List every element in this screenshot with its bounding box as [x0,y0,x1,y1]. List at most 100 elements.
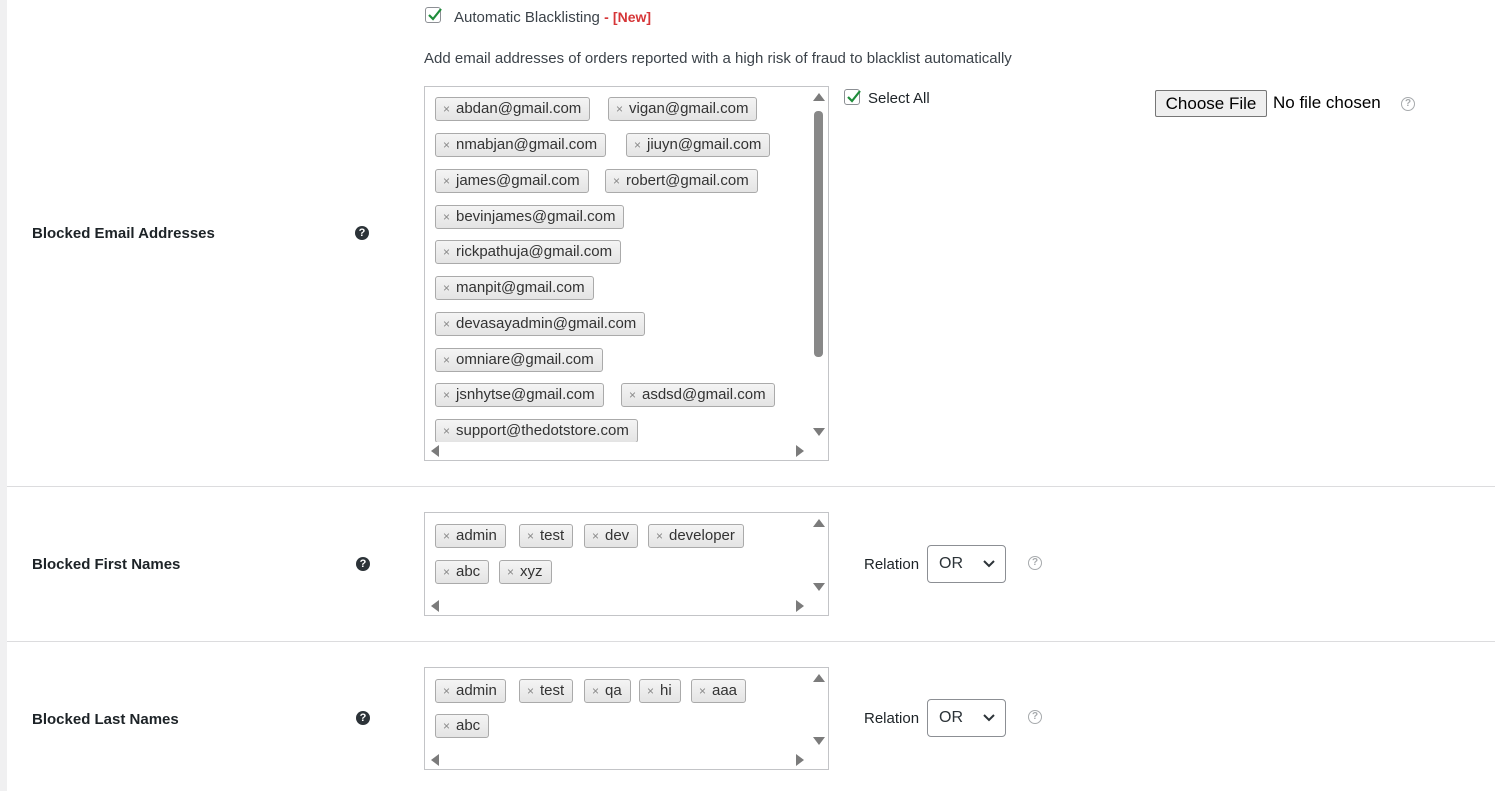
scroll-left-icon[interactable] [431,445,439,457]
remove-tag-icon[interactable]: × [443,98,450,120]
auto-blacklist-checkbox[interactable] [425,7,442,23]
horizontal-scrollbar[interactable] [425,442,810,460]
blocked-emails-tagbox[interactable]: × support@thedotstore.com × asdsd@gmail.com… [424,86,829,461]
remove-tag-icon[interactable]: × [592,525,599,547]
tag-item: × developer [648,524,744,548]
scrollbar-thumb[interactable] [814,111,823,357]
blocked-last-names-tagbox[interactable]: × abc × aaa × hi × qa × test × admin [424,667,829,770]
last-names-relation-select[interactable]: OR [927,699,1006,737]
remove-tag-icon[interactable]: × [656,525,663,547]
tag-item: × abc [435,560,490,584]
tag-item: × nmabjan@gmail.com [435,133,607,157]
question-circle-icon[interactable]: ? [356,711,370,725]
remove-tag-icon[interactable]: × [443,313,450,335]
remove-tag-icon[interactable]: × [634,134,641,156]
select-all-label: Select All [868,90,930,107]
vertical-scrollbar[interactable] [810,513,828,597]
remove-tag-icon[interactable]: × [443,170,450,192]
remove-tag-icon[interactable]: × [592,680,599,702]
remove-tag-icon[interactable]: × [443,525,450,547]
tag-item: × jiuyn@gmail.com [626,133,771,157]
tag-label: nmabjan@gmail.com [456,136,598,153]
scroll-right-icon[interactable] [796,600,804,612]
question-circle-icon[interactable]: ? [356,557,370,571]
remove-tag-icon[interactable]: × [443,277,450,299]
tag-item: × support@thedotstore.com [435,419,638,443]
blocked-first-names-label: Blocked First Names [32,556,181,573]
scroll-up-icon[interactable] [813,674,825,682]
row-divider [7,486,1495,487]
remove-tag-icon[interactable]: × [647,680,654,702]
scroll-left-icon[interactable] [431,600,439,612]
tag-item: × hi [639,679,681,703]
tag-label: xyz [520,563,543,580]
remove-tag-icon[interactable]: × [443,715,450,737]
scroll-down-icon[interactable] [813,737,825,745]
tag-label: admin [456,682,497,699]
scroll-right-icon[interactable] [796,754,804,766]
horizontal-scrollbar[interactable] [425,597,810,615]
horizontal-scrollbar[interactable] [425,751,810,769]
remove-tag-icon[interactable]: × [527,525,534,547]
choose-file-button[interactable]: Choose File [1155,90,1267,117]
question-circle-icon[interactable]: ? [1028,556,1042,570]
tag-item: × devasayadmin@gmail.com [435,312,646,336]
chevron-down-icon [983,714,995,722]
tag-label: jsnhytse@gmail.com [456,386,595,403]
tag-item: × manpit@gmail.com [435,276,594,300]
blocked-emails-label: Blocked Email Addresses [32,225,215,242]
remove-tag-icon[interactable]: × [443,134,450,156]
tag-label: devasayadmin@gmail.com [456,315,637,332]
relation-select-value: OR [939,555,963,572]
chevron-down-icon [983,560,995,568]
blocked-last-names-label: Blocked Last Names [32,711,179,728]
blocked-first-names-tagbox[interactable]: × xyz × abc × developer × dev × test × admin [424,512,829,616]
tag-label: abc [456,717,481,734]
question-circle-icon[interactable]: ? [1028,710,1042,724]
tag-label: qa [605,682,622,699]
checkmark-icon [428,8,442,21]
new-badge: [New] [612,9,652,25]
remove-tag-icon[interactable]: × [613,170,620,192]
vertical-scrollbar[interactable] [810,668,828,751]
tag-label: jiuyn@gmail.com [647,136,762,153]
tag-item: × vigan@gmail.com [608,97,758,121]
vertical-scrollbar[interactable] [810,87,828,442]
remove-tag-icon[interactable]: × [699,680,706,702]
tag-item: × admin [435,679,506,703]
remove-tag-icon[interactable]: × [443,349,450,371]
scroll-left-icon[interactable] [431,754,439,766]
tag-item: × robert@gmail.com [605,169,758,193]
question-circle-icon[interactable]: ? [1401,97,1415,111]
tag-item: × bevinjames@gmail.com [435,205,625,229]
scroll-down-icon[interactable] [813,583,825,591]
tag-label: james@gmail.com [456,172,580,189]
tag-label: bevinjames@gmail.com [456,208,616,225]
tag-item: × asdsd@gmail.com [621,383,775,407]
tag-label: abdan@gmail.com [456,100,582,117]
tag-item: × dev [584,524,639,548]
remove-tag-icon[interactable]: × [443,384,450,406]
remove-tag-icon[interactable]: × [507,561,514,583]
first-names-relation-select[interactable]: OR [927,545,1006,583]
tag-label: developer [669,527,735,544]
tag-item: × rickpathuja@gmail.com [435,240,622,264]
remove-tag-icon[interactable]: × [443,561,450,583]
remove-tag-icon[interactable]: × [443,680,450,702]
remove-tag-icon[interactable]: × [443,241,450,263]
select-all-checkbox[interactable] [844,89,861,105]
scroll-down-icon[interactable] [813,428,825,436]
remove-tag-icon[interactable]: × [629,384,636,406]
question-circle-icon[interactable]: ? [355,226,369,240]
remove-tag-icon[interactable]: × [443,420,450,442]
tag-label: aaa [712,682,738,699]
scroll-up-icon[interactable] [813,93,825,101]
left-edge-strip [0,0,7,791]
remove-tag-icon[interactable]: × [527,680,534,702]
remove-tag-icon[interactable]: × [616,98,623,120]
tag-item: × omniare@gmail.com [435,348,603,372]
remove-tag-icon[interactable]: × [443,206,450,228]
tag-item: × xyz [499,560,552,584]
scroll-right-icon[interactable] [796,445,804,457]
scroll-up-icon[interactable] [813,519,825,527]
